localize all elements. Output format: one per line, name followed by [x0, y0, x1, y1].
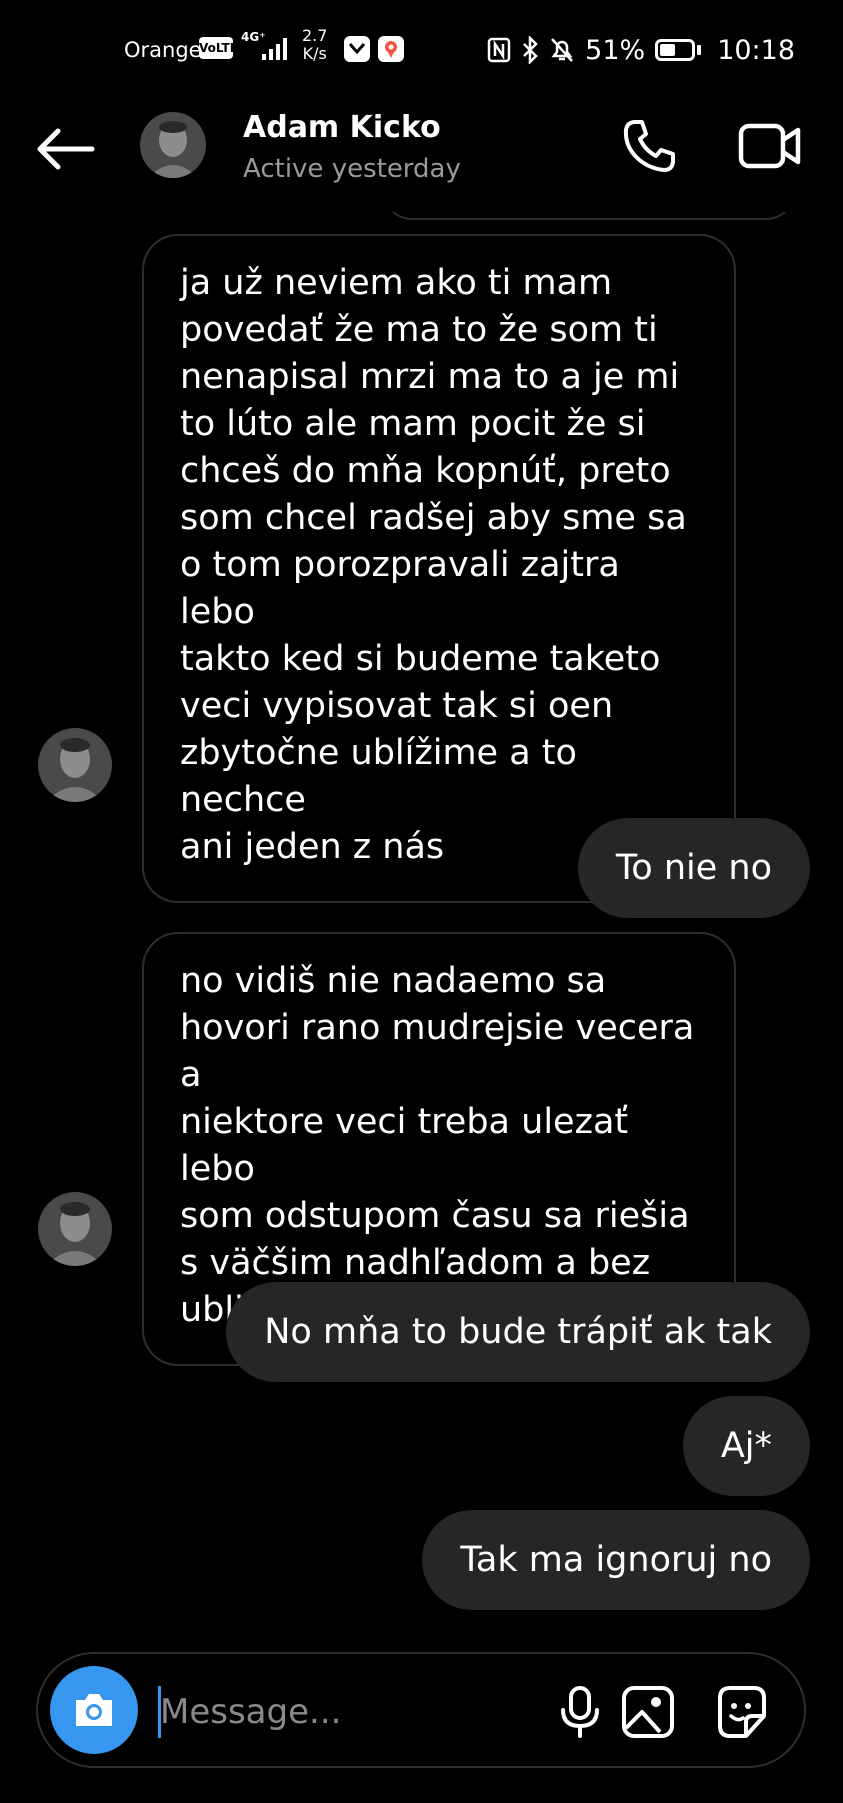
message-outgoing[interactable]: To nie no — [577, 818, 810, 918]
avatar[interactable] — [38, 1192, 112, 1266]
microphone-icon[interactable] — [550, 1682, 610, 1742]
speed-value: 2.7 — [302, 26, 328, 45]
message-outgoing[interactable]: Aj* — [682, 1396, 810, 1496]
volte-badge: VoLTE — [199, 37, 238, 59]
nfc-icon — [487, 37, 511, 63]
message-incoming[interactable]: ja už neviem ako ti mam povedať že ma to… — [142, 234, 736, 903]
back-arrow-icon[interactable] — [34, 126, 96, 172]
gallery-icon[interactable] — [618, 1682, 678, 1742]
bluetooth-icon — [523, 36, 538, 64]
battery-icon — [655, 39, 702, 61]
clock: 10:18 — [717, 34, 795, 66]
signal-icon — [262, 38, 287, 60]
chat-header: Adam Kicko Active yesterday — [0, 100, 843, 212]
message-outgoing[interactable]: Tak ma ignoruj no — [422, 1510, 810, 1610]
battery-percent: 51% — [585, 34, 646, 66]
phone-icon[interactable] — [620, 116, 680, 176]
message-input[interactable] — [158, 1682, 462, 1742]
app-notification-icon — [344, 36, 370, 62]
maps-notification-icon — [378, 36, 404, 62]
mute-bell-icon — [551, 38, 574, 62]
contact-status: Active yesterday — [243, 154, 461, 184]
network-speed: 2.7 K/s — [302, 27, 327, 63]
camera-button[interactable] — [50, 1666, 138, 1754]
speed-unit: K/s — [302, 44, 327, 63]
message-outgoing[interactable]: No mňa to bude trápiť ak tak — [226, 1282, 810, 1382]
status-right: 51% 10:18 — [487, 30, 795, 70]
carrier-name: Orange — [124, 38, 202, 62]
avatar[interactable] — [140, 112, 206, 178]
contact-name[interactable]: Adam Kicko — [243, 110, 441, 145]
sticker-icon[interactable] — [712, 1682, 772, 1742]
status-bar: Orange VoLTE 4G⁺ 2.7 K/s 51% 10:18 — [0, 0, 843, 100]
video-camera-icon[interactable] — [738, 118, 802, 174]
camera-icon — [76, 1694, 112, 1726]
message-composer — [36, 1652, 806, 1768]
avatar[interactable] — [38, 728, 112, 802]
